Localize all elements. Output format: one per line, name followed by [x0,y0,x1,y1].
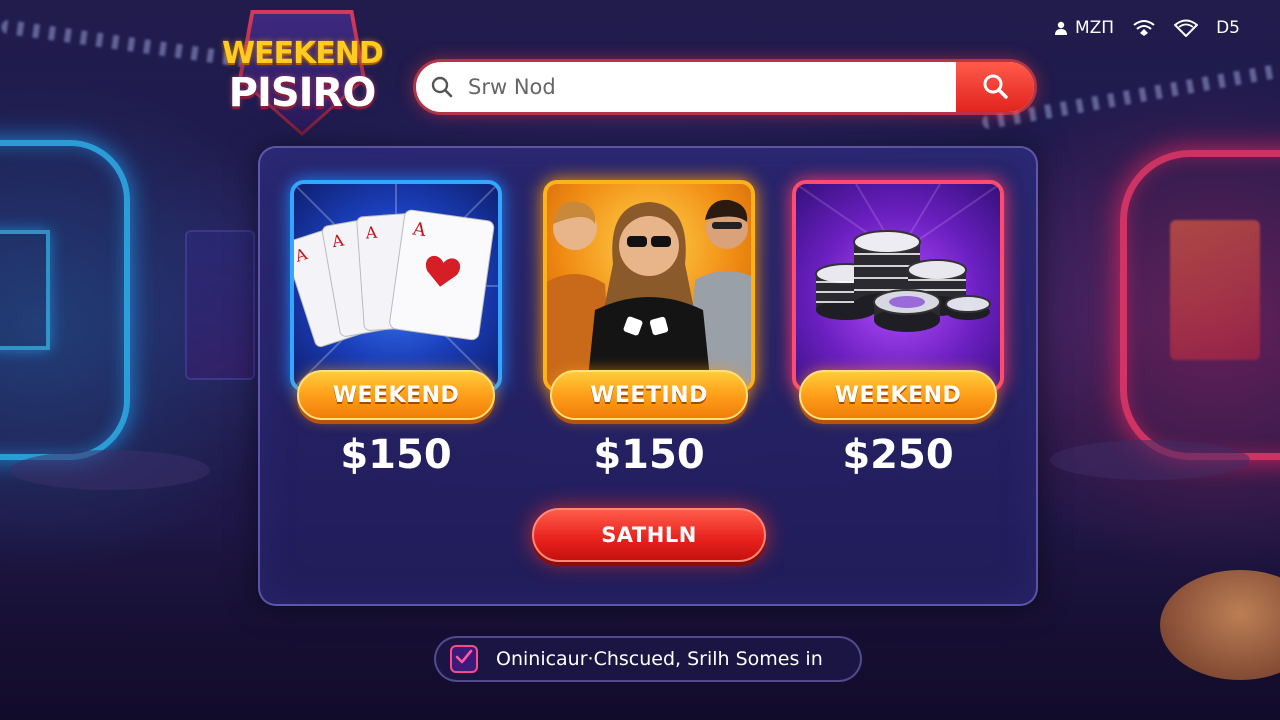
wall-sign-right [1170,220,1260,360]
svg-text:A: A [364,223,378,243]
checkmark-icon [455,648,473,671]
search-input[interactable] [468,62,956,112]
offer-price-2: $150 [593,432,705,478]
status-bar: MZΠ D5 [1053,16,1240,40]
offer-price-3: $250 [842,432,954,478]
offer-card-poker-chips[interactable] [792,180,1004,392]
background-table-left [10,450,210,490]
person-icon [1053,20,1069,36]
offer-card-players[interactable] [543,180,755,392]
search-icon [416,76,468,98]
offer-badge-1[interactable]: WEEKEND [297,370,495,420]
signal-icon [1132,19,1156,37]
offer-price-1: $150 [340,432,452,478]
poker-chips-icon [796,184,1000,332]
account-label: MZΠ [1074,18,1115,38]
logo-text-line2: PISIRO [228,70,377,116]
consent-notice: Oninicaur·Chscued, Srilh Somes in [434,636,862,682]
battery-label: D5 [1216,18,1240,38]
logo-text-line1: WEEKEND [222,36,384,71]
offer-card-playing-cards[interactable]: A A A A [290,180,502,392]
offers-panel: A A A A WEEKEND $150 WEETIND $150 WEEKEN… [258,146,1038,606]
offer-badge-3[interactable]: WEEKEND [799,370,997,420]
playing-cards-icon: A A A A [294,184,498,388]
neon-arrow-left [0,230,50,350]
offer-badge-2[interactable]: WEETIND [550,370,748,420]
background-table-right [1050,440,1250,480]
consent-checkbox[interactable] [450,645,478,673]
wifi-icon [1174,19,1199,37]
search-bar [416,62,1034,112]
consent-text: Oninicaur·Chscued, Srilh Somes in [496,648,823,670]
app-logo: WEEKEND PISIRO [222,10,384,136]
search-button[interactable] [956,62,1034,112]
account-status: MZΠ [1053,18,1114,38]
players-group-icon [547,199,751,388]
primary-action-button[interactable]: SATHLN [532,508,766,562]
wall-screen-left [185,230,255,380]
search-icon [981,72,1009,103]
